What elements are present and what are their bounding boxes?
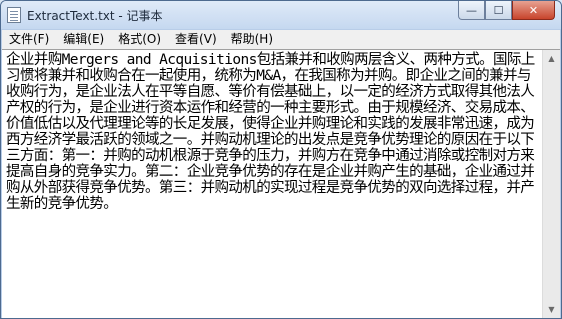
title-bar[interactable]: ExtractText.txt - 记事本 — ☐ ✕	[1, 1, 561, 29]
menu-help[interactable]: 帮助(H)	[224, 30, 280, 49]
minimize-button[interactable]: —	[458, 1, 485, 20]
menu-edit[interactable]: 编辑(E)	[56, 30, 111, 49]
maximize-button[interactable]: ☐	[485, 1, 512, 20]
document-text[interactable]: 企业并购Mergers and Acquisitions包括兼并和收购两层含义、…	[6, 52, 538, 212]
close-button[interactable]: ✕	[512, 1, 555, 20]
menu-format[interactable]: 格式(O)	[111, 30, 168, 49]
scroll-down-icon[interactable]: ▼	[543, 301, 560, 318]
caption-buttons: — ☐ ✕	[458, 1, 555, 21]
menu-bar: 文件(F) 编辑(E) 格式(O) 查看(V) 帮助(H)	[2, 30, 560, 50]
notepad-icon[interactable]	[7, 7, 21, 23]
scroll-up-icon[interactable]: ▲	[543, 50, 560, 67]
text-editor[interactable]: 企业并购Mergers and Acquisitions包括兼并和收购两层含义、…	[2, 49, 560, 318]
menu-view[interactable]: 查看(V)	[168, 30, 224, 49]
window-title: ExtractText.txt - 记事本	[27, 9, 163, 23]
notepad-window: ExtractText.txt - 记事本 — ☐ ✕ 文件(F) 编辑(E) …	[0, 0, 562, 319]
vertical-scrollbar[interactable]: ▲ ▼	[542, 50, 560, 318]
menu-file[interactable]: 文件(F)	[2, 30, 56, 49]
